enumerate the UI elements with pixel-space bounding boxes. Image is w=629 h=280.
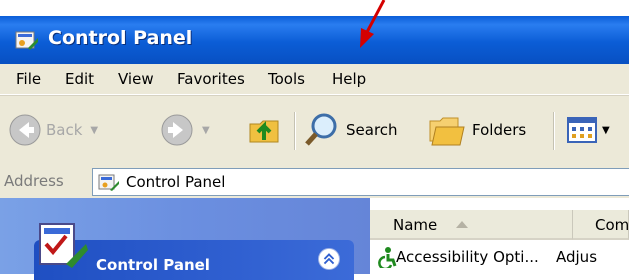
forward-button[interactable]: ▼	[160, 96, 210, 164]
back-button[interactable]: Back ▼	[8, 96, 98, 164]
accessibility-icon	[378, 247, 397, 268]
folders-button[interactable]: Folders	[426, 96, 526, 164]
toolbar: Back ▼ ▼ Search Folders ▼	[0, 95, 629, 165]
toolbar-separator	[553, 112, 555, 150]
column-header-label: Name	[393, 216, 438, 234]
column-header-label: Comm	[595, 216, 629, 234]
views-button[interactable]: ▼	[566, 96, 610, 164]
collapse-chevron-icon[interactable]	[318, 248, 340, 270]
sort-arrow-icon	[456, 221, 468, 228]
views-icon	[567, 117, 597, 143]
folders-icon	[429, 117, 465, 146]
forward-arrow-icon	[161, 114, 193, 146]
menu-edit[interactable]: Edit	[65, 70, 94, 88]
menu-bar: File Edit View Favorites Tools Help	[0, 64, 629, 95]
list-item[interactable]: Accessibility Opti... Adjus	[370, 246, 629, 270]
menu-help[interactable]: Help	[332, 70, 366, 88]
menu-favorites[interactable]: Favorites	[177, 70, 245, 88]
back-label: Back	[46, 121, 83, 139]
window-title: Control Panel	[48, 27, 193, 49]
folders-label: Folders	[472, 121, 527, 139]
control-panel-icon	[98, 174, 119, 191]
item-comment: Adjus	[556, 248, 598, 266]
menu-view[interactable]: View	[118, 70, 154, 88]
control-panel-icon	[39, 223, 88, 268]
search-icon	[305, 113, 337, 146]
views-dropdown-icon[interactable]: ▼	[602, 125, 610, 136]
column-header-comments[interactable]: Comm	[573, 210, 629, 240]
control-panel-icon	[15, 31, 38, 50]
search-button[interactable]: Search	[302, 96, 398, 164]
search-label: Search	[346, 121, 398, 139]
address-bar: Address Control Panel	[0, 164, 629, 198]
address-field[interactable]: Control Panel	[92, 168, 629, 196]
title-bar: Control Panel	[0, 16, 629, 64]
forward-dropdown-icon[interactable]: ▼	[202, 125, 210, 136]
menu-file[interactable]: File	[16, 70, 41, 88]
back-dropdown-icon[interactable]: ▼	[90, 125, 98, 136]
address-value: Control Panel	[126, 173, 226, 191]
up-folder-icon	[249, 120, 279, 143]
column-header-name[interactable]: Name	[370, 210, 573, 240]
task-pane: Control Panel	[0, 198, 370, 280]
item-name: Accessibility Opti...	[396, 248, 539, 266]
back-arrow-icon	[9, 114, 41, 146]
toolbar-separator	[294, 112, 296, 150]
panel-title: Control Panel	[96, 256, 210, 274]
menu-tools[interactable]: Tools	[268, 70, 305, 88]
address-label: Address	[4, 172, 64, 190]
file-list: Name Comm Accessibility Opti... Adjus	[370, 198, 629, 274]
up-button[interactable]	[244, 96, 284, 164]
